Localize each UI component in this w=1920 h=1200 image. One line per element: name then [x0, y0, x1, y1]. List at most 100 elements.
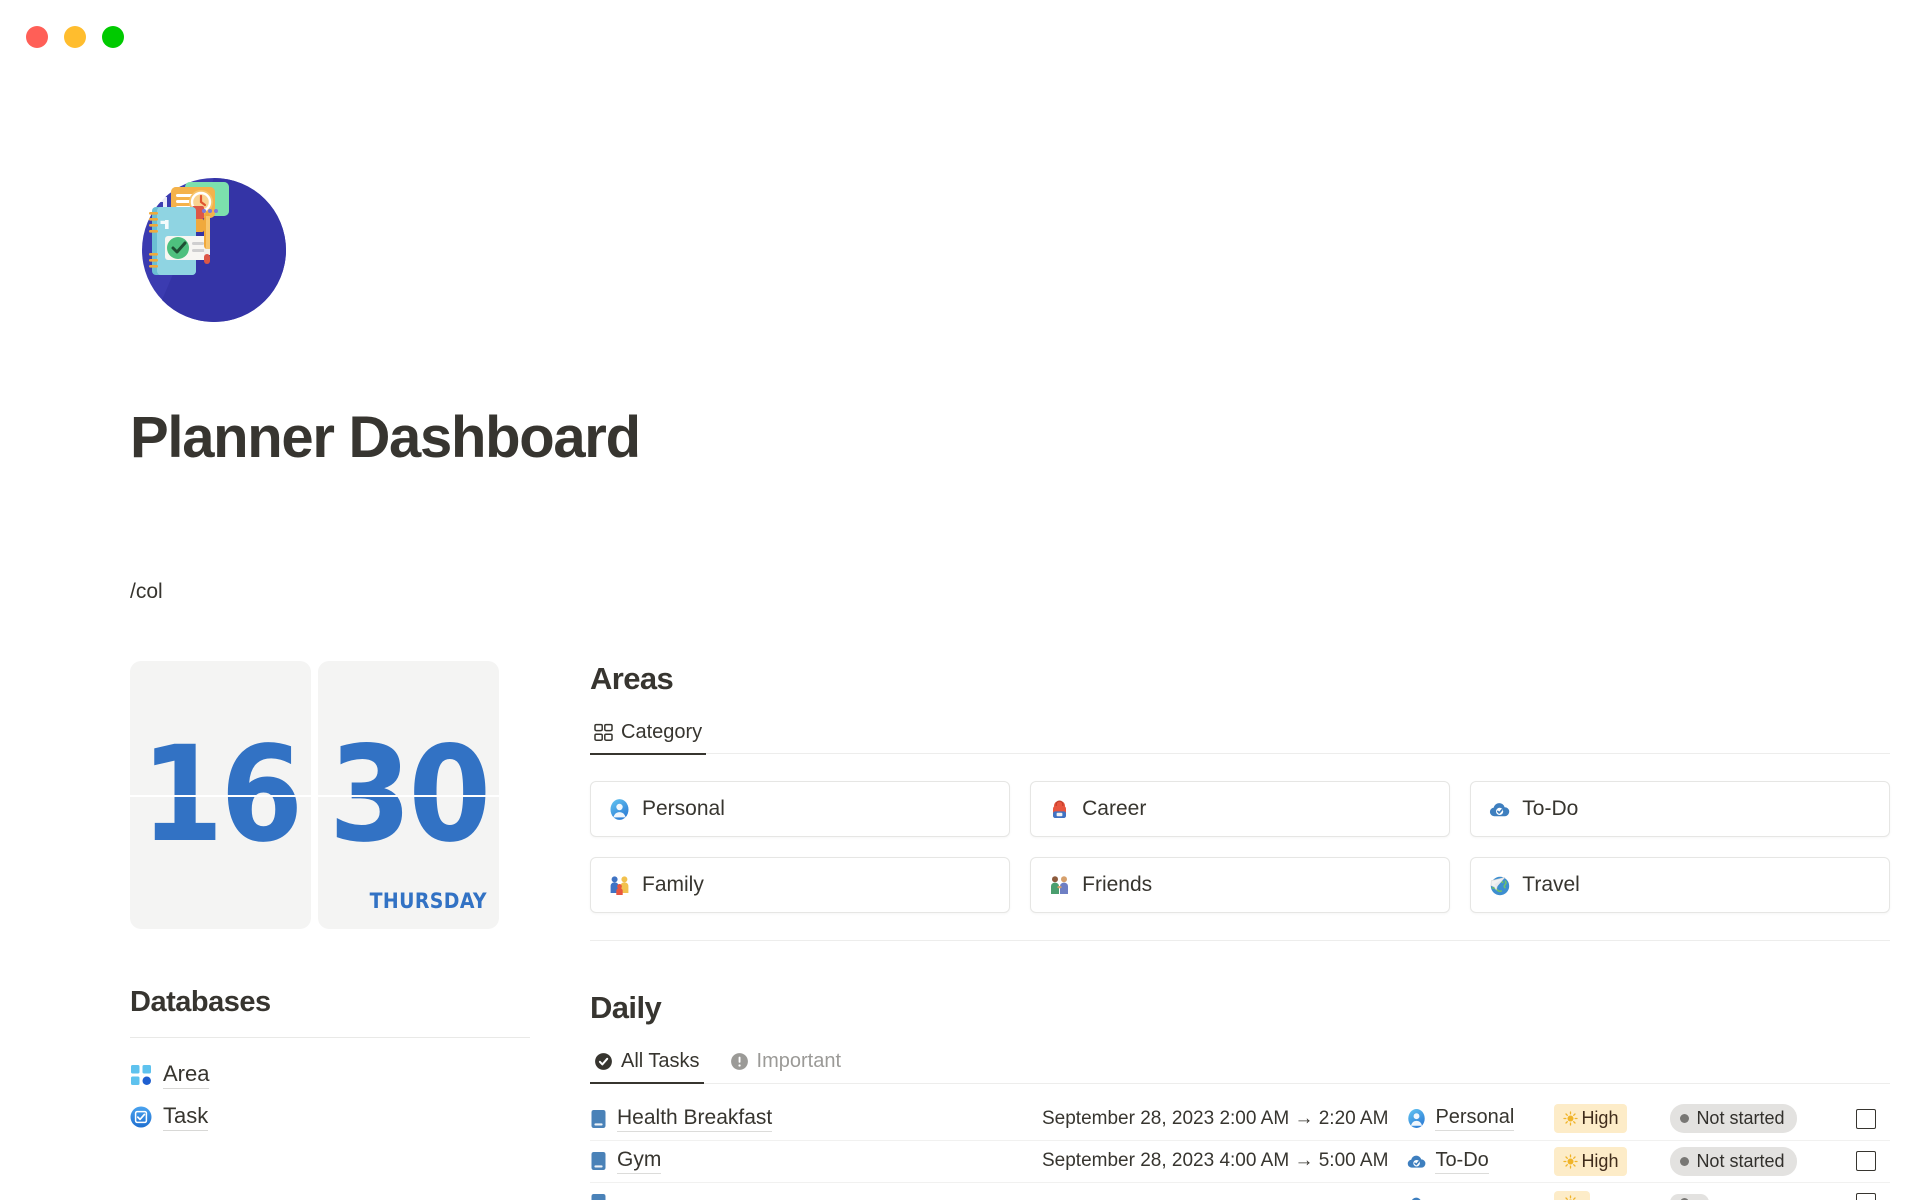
database-item-label: Task — [163, 1103, 209, 1131]
task-relation[interactable]: Personal — [1406, 1106, 1554, 1132]
daily-section: Daily All Tasks Important Health Breakfa… — [590, 990, 1891, 1200]
tab-important[interactable]: Important — [726, 1046, 845, 1084]
maximize-button[interactable] — [102, 26, 124, 48]
area-card-label: Family — [642, 873, 704, 897]
page-icon[interactable] — [130, 166, 1830, 334]
tab-label: Important — [756, 1050, 842, 1073]
task-name-cell[interactable]: Gym — [590, 1148, 1042, 1175]
areas-tabs: Category — [590, 717, 1891, 755]
task-status-cell[interactable]: Not started — [1670, 1104, 1842, 1134]
status-badge: Not started — [1670, 1146, 1798, 1176]
body-columns: 16 30 THURSDAY Databases Area Task Areas… — [130, 660, 1891, 1200]
areas-grid: Personal Career To-Do Family Friends Tra… — [590, 781, 1891, 914]
planner-notebook-illustration-icon — [142, 178, 286, 323]
area-card-label: To-Do — [1522, 797, 1579, 821]
area-card-label: Travel — [1522, 873, 1580, 897]
task-checkbox-cell[interactable] — [1842, 1108, 1890, 1129]
database-item-task[interactable]: Task — [130, 1096, 530, 1138]
tab-category[interactable]: Category — [590, 717, 707, 755]
page-icon — [590, 1109, 607, 1129]
area-card-personal[interactable]: Personal — [590, 781, 1011, 838]
window-titlebar — [0, 0, 1920, 74]
flip-clock-minute-card: 30 THURSDAY — [318, 660, 499, 929]
flip-clock-minute: 30 — [328, 717, 491, 872]
databases-list: Area Task — [130, 1054, 530, 1138]
daily-tabs: All Tasks Important — [590, 1046, 1891, 1085]
status-dot-icon — [1680, 1114, 1690, 1124]
table-row[interactable] — [590, 1181, 1891, 1200]
tab-label: Category — [621, 720, 703, 743]
area-card-label: Career — [1082, 797, 1147, 821]
task-relation-label: To-Do — [1435, 1149, 1489, 1174]
task-status-cell[interactable] — [1670, 1194, 1842, 1200]
status-label: Not started — [1696, 1150, 1785, 1171]
minimize-button[interactable] — [64, 26, 86, 48]
table-row[interactable]: Gym September 28, 2023 4:00 AM → 5:00 AM — [590, 1139, 1891, 1182]
task-checkbox[interactable] — [1856, 1193, 1877, 1200]
task-priority-cell[interactable]: High — [1554, 1146, 1670, 1176]
four-squares-icon — [130, 1064, 152, 1086]
flip-clock-weekday: THURSDAY — [369, 888, 487, 913]
area-card-travel[interactable]: Travel — [1470, 857, 1891, 914]
flip-clock: 16 30 THURSDAY — [130, 660, 530, 929]
task-name-cell[interactable]: Health Breakfast — [590, 1106, 1042, 1132]
task-date: September 28, 2023 4:00 AM → 5:00 AM — [1042, 1150, 1389, 1172]
area-card-friends[interactable]: Friends — [1030, 857, 1451, 914]
status-badge: Not started — [1670, 1104, 1798, 1134]
priority-label: High — [1581, 1150, 1619, 1171]
right-column: Areas Category Personal Career To-Do Fam… — [590, 661, 1891, 1200]
exclamation-circle-icon — [730, 1052, 749, 1071]
sun-emoji-icon — [1563, 1195, 1578, 1200]
priority-badge — [1554, 1191, 1591, 1200]
tab-all-tasks[interactable]: All Tasks — [590, 1046, 704, 1085]
priority-label: High — [1581, 1108, 1619, 1129]
sun-emoji-icon — [1563, 1111, 1579, 1126]
check-circle-icon — [594, 1052, 613, 1071]
family-emoji-icon — [608, 874, 631, 897]
gallery-grid-icon — [594, 723, 613, 742]
task-checkbox-cell[interactable] — [1842, 1193, 1890, 1200]
column-marker-text: /col — [130, 579, 163, 603]
close-button[interactable] — [26, 26, 48, 48]
person-avatar-icon — [608, 798, 631, 821]
task-checkbox-cell[interactable] — [1842, 1151, 1890, 1172]
cloud-check-icon — [1406, 1151, 1427, 1172]
left-column: 16 30 THURSDAY Databases Area Task — [130, 660, 530, 1200]
area-card-label: Friends — [1082, 873, 1153, 897]
task-relation[interactable] — [1406, 1193, 1554, 1200]
window-controls — [26, 26, 124, 48]
backpack-emoji-icon — [1048, 798, 1071, 821]
task-checkbox[interactable] — [1856, 1151, 1877, 1172]
area-card-family[interactable]: Family — [590, 857, 1011, 914]
daily-task-list: Health Breakfast September 28, 2023 2:00… — [590, 1098, 1891, 1200]
checkbox-circle-icon — [130, 1106, 152, 1128]
tab-label: All Tasks — [621, 1050, 700, 1073]
flip-clock-hour: 16 — [140, 717, 303, 872]
task-priority-cell[interactable] — [1554, 1191, 1670, 1200]
page-icon — [590, 1151, 607, 1171]
database-item-label: Area — [163, 1061, 210, 1089]
table-row[interactable]: Health Breakfast September 28, 2023 2:00… — [590, 1098, 1890, 1140]
page-title: Planner Dashboard — [130, 405, 641, 470]
databases-heading: Databases — [130, 985, 271, 1018]
sun-emoji-icon — [1563, 1154, 1579, 1169]
priority-badge: High — [1554, 1104, 1628, 1134]
area-card-to-do[interactable]: To-Do — [1470, 781, 1891, 838]
databases-divider — [130, 1036, 530, 1038]
page-content: Planner Dashboard /col 16 30 THURSDAY Da… — [0, 166, 1920, 1200]
database-item-area[interactable]: Area — [130, 1054, 530, 1096]
area-card-label: Personal — [642, 797, 725, 821]
status-label: Not started — [1696, 1108, 1785, 1129]
task-checkbox[interactable] — [1856, 1108, 1877, 1129]
task-priority-cell[interactable]: High — [1554, 1104, 1670, 1134]
task-relation[interactable]: To-Do — [1406, 1149, 1554, 1174]
area-card-career[interactable]: Career — [1030, 781, 1451, 838]
task-status-cell[interactable]: Not started — [1670, 1146, 1842, 1176]
status-dot-icon — [1680, 1156, 1690, 1166]
task-relation-label: Personal — [1435, 1106, 1515, 1132]
person-avatar-icon — [1406, 1108, 1427, 1129]
friends-emoji-icon — [1048, 874, 1071, 897]
priority-badge: High — [1554, 1146, 1628, 1176]
task-date: September 28, 2023 2:00 AM → 2:20 AM — [1042, 1107, 1389, 1129]
task-name-cell[interactable] — [590, 1193, 1042, 1200]
